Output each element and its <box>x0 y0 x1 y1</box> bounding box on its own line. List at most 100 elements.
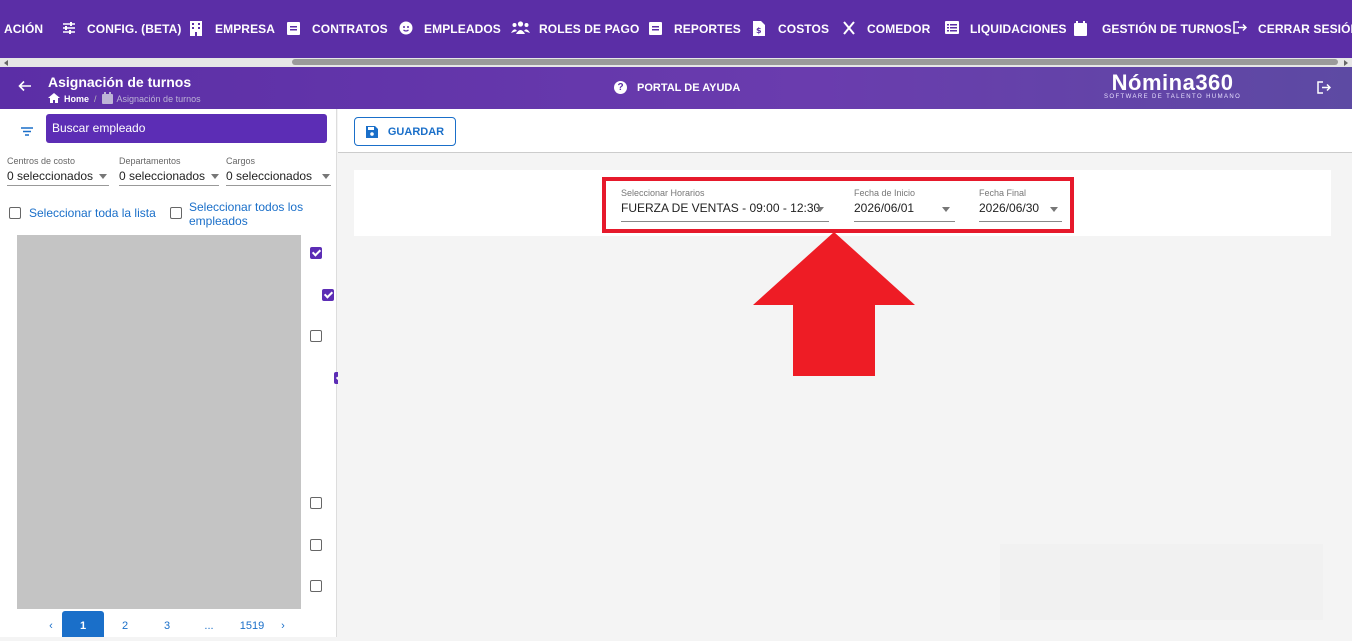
employee-sidebar: Centros de costo 0 seleccionados Departa… <box>0 109 370 637</box>
cost-center-filter[interactable]: Centros de costo 0 seleccionados <box>7 156 109 186</box>
nav-label: COMEDOR <box>867 22 931 36</box>
nav-label: LIQUIDACIONES <box>970 22 1067 36</box>
nav-label: CONTRATOS <box>312 22 388 36</box>
help-icon: ? <box>614 81 627 94</box>
nav-item-empresa[interactable]: EMPRESA <box>190 0 275 58</box>
clipboard-icon <box>649 21 665 37</box>
scroll-left-icon[interactable] <box>4 60 8 66</box>
scroll-right-icon[interactable] <box>1344 60 1348 66</box>
pagination: ‹ 1 2 3 ... 1519 › <box>0 611 337 637</box>
annotation-up-arrow <box>753 232 915 381</box>
page-header: Asignación de turnos Home / Asignación d… <box>0 67 1352 109</box>
building-icon <box>190 21 206 37</box>
select-list-label[interactable]: Seleccionar toda la lista <box>29 206 156 220</box>
employee-row-checkbox[interactable] <box>310 329 322 342</box>
filter-value: 0 seleccionados <box>7 169 94 183</box>
nav-item-config[interactable]: CONFIG. (BETA) <box>62 0 182 58</box>
logo-tagline: SOFTWARE DE TALENTO HUMANO <box>1104 94 1242 100</box>
filter-icon[interactable] <box>21 123 33 136</box>
page-button[interactable]: 1519 <box>238 611 266 637</box>
nav-item-cerrar-sesion[interactable]: CERRAR SESIÓN <box>1233 0 1352 58</box>
nav-label: COSTOS <box>778 22 830 36</box>
calendar-icon <box>1074 21 1090 37</box>
breadcrumb: Home / Asignación de turnos <box>48 92 201 106</box>
employee-row-checkbox[interactable] <box>310 580 322 593</box>
people-icon <box>511 21 530 37</box>
save-button[interactable]: GUARDAR <box>354 117 456 146</box>
breadcrumb-separator: / <box>94 94 97 104</box>
filter-label: Cargos <box>226 156 256 166</box>
employee-list <box>17 235 301 609</box>
logout-icon[interactable] <box>1317 81 1332 95</box>
filter-label: Departamentos <box>119 156 181 166</box>
nav-label: ACIÓN <box>4 22 44 36</box>
utensils-icon <box>842 21 858 37</box>
face-icon <box>399 21 415 37</box>
page-button[interactable]: 1 <box>62 611 104 637</box>
nav-item-contratos[interactable]: CONTRATOS <box>287 0 388 58</box>
select-all-option[interactable]: Seleccionar todos los empleados <box>170 200 330 228</box>
prev-page-icon[interactable]: ‹ <box>46 611 56 637</box>
select-list-checkbox[interactable] <box>9 207 21 219</box>
main-content: GUARDAR Seleccionar Horarios FUERZA DE V… <box>338 109 1352 637</box>
toolbar: GUARDAR <box>338 109 1352 153</box>
select-all-label[interactable]: Seleccionar todos los empleados <box>189 200 330 228</box>
department-filter[interactable]: Departamentos 0 seleccionados <box>119 156 220 186</box>
position-filter[interactable]: Cargos 0 seleccionados <box>226 156 331 186</box>
logo-name: Nómina360 <box>1111 70 1234 95</box>
sliders-icon <box>62 21 78 37</box>
search-employee-input[interactable] <box>46 114 327 143</box>
nav-item-gestion-de-turnos[interactable]: GESTIÓN DE TURNOS <box>1074 0 1232 58</box>
nav-item-partial[interactable]: ACIÓN <box>4 0 43 58</box>
filter-value: 0 seleccionados <box>119 169 206 183</box>
select-list-option[interactable]: Seleccionar toda la lista <box>9 206 156 220</box>
page-button[interactable]: 3 <box>160 611 174 637</box>
nav-item-reportes[interactable]: REPORTES <box>649 0 741 58</box>
filter-value: 0 seleccionados <box>226 169 313 183</box>
home-icon <box>48 93 60 105</box>
select-all-checkbox[interactable] <box>170 207 182 219</box>
save-icon <box>365 125 378 138</box>
top-navigation: ACIÓN CONFIG. (BETA) EMPRESA CONTRATOS E… <box>0 0 1352 58</box>
dollar-document-icon: $ <box>753 21 769 37</box>
svg-text:$: $ <box>756 26 762 35</box>
list-icon <box>945 21 961 37</box>
employee-row-checkbox[interactable] <box>322 288 334 301</box>
nav-label: REPORTES <box>674 22 741 36</box>
next-page-icon[interactable]: › <box>278 611 288 637</box>
horizontal-scrollbar[interactable] <box>0 58 1352 67</box>
nav-label: EMPRESA <box>215 22 276 36</box>
nav-label: ROLES DE PAGO <box>539 22 640 36</box>
page-button[interactable]: 2 <box>118 611 132 637</box>
nav-item-roles-de-pago[interactable]: ROLES DE PAGO <box>511 0 639 58</box>
nav-item-liquidaciones[interactable]: LIQUIDACIONES <box>945 0 1067 58</box>
logo: Nómina360 SOFTWARE DE TALENTO HUMANO <box>1104 70 1241 100</box>
chevron-down-icon <box>322 173 331 179</box>
help-portal-link[interactable]: ? PORTAL DE AYUDA <box>614 81 740 94</box>
help-portal-label: PORTAL DE AYUDA <box>637 81 741 94</box>
chevron-down-icon <box>99 173 108 179</box>
breadcrumb-home[interactable]: Home <box>64 94 89 104</box>
nav-label: GESTIÓN DE TURNOS <box>1102 22 1232 36</box>
clipboard-icon <box>287 21 303 37</box>
scrollbar-thumb[interactable] <box>292 59 1338 65</box>
nav-item-comedor[interactable]: COMEDOR <box>842 0 930 58</box>
nav-item-costos[interactable]: $ COSTOS <box>753 0 829 58</box>
employee-row-checkbox[interactable] <box>310 496 322 509</box>
logout-icon <box>1233 21 1249 37</box>
back-arrow-icon[interactable] <box>18 79 36 97</box>
annotation-highlight-box <box>602 177 1074 233</box>
filter-label: Centros de costo <box>7 156 76 166</box>
nav-label: EMPLEADOS <box>424 22 501 36</box>
page-ellipsis: ... <box>204 620 214 632</box>
nav-label: CERRAR SESIÓN <box>1258 22 1352 36</box>
background-panel <box>1000 544 1323 620</box>
breadcrumb-current: Asignación de turnos <box>116 94 201 104</box>
employee-row-checkbox[interactable] <box>310 247 322 259</box>
calendar-icon <box>101 92 113 106</box>
nav-label: CONFIG. (BETA) <box>87 22 182 36</box>
nav-item-empleados[interactable]: EMPLEADOS <box>399 0 501 58</box>
employee-row-checkbox[interactable] <box>310 538 322 551</box>
page-title: Asignación de turnos <box>48 74 192 90</box>
save-label: GUARDAR <box>387 125 445 138</box>
